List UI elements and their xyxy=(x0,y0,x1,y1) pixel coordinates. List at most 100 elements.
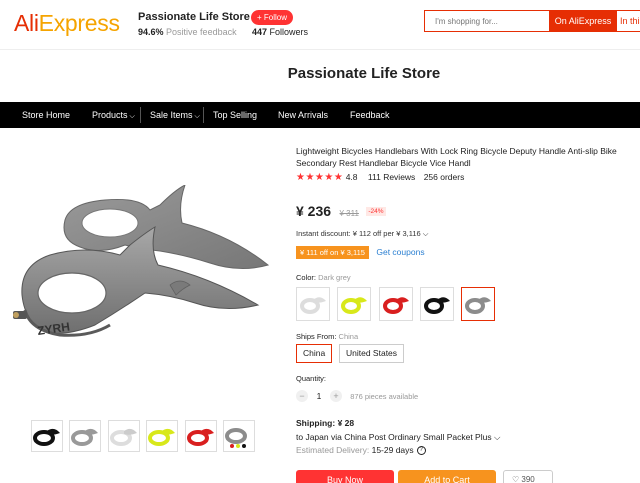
ships-from-value: China xyxy=(338,332,359,341)
swatch-image xyxy=(341,297,367,314)
delivery-days: 15-29 days xyxy=(371,445,414,455)
search-bar: On AliExpress In this xyxy=(424,10,640,32)
nav-label: Top Selling xyxy=(213,110,258,120)
search-aliexpress-button[interactable]: On AliExpress xyxy=(549,10,617,32)
nav-feedback[interactable]: Feedback xyxy=(350,102,390,128)
product-title: Lightweight Bicycles Handlebars With Loc… xyxy=(296,146,617,168)
available-pieces: 876 pieces available xyxy=(350,391,419,401)
color-label: Color: Dark grey xyxy=(296,273,351,282)
swatch-image xyxy=(383,297,409,314)
store-name-text: Passionate Life Store xyxy=(138,11,250,23)
shipping-label: Shipping: xyxy=(296,418,336,428)
thumbnail[interactable] xyxy=(185,420,217,452)
positive-feedback: 94.6% Positive feedback xyxy=(138,27,237,37)
delivery-label: Estimated Delivery: xyxy=(296,445,370,455)
nav-divider xyxy=(203,107,204,123)
thumbnail[interactable] xyxy=(31,420,63,452)
thumbnail-image xyxy=(110,428,137,446)
swatch-image xyxy=(300,297,326,314)
original-price: ¥ 311 xyxy=(339,209,359,218)
estimated-delivery: Estimated Delivery: 15-29 days? xyxy=(296,445,426,456)
logo-text-express: Express xyxy=(38,10,120,36)
ship-option-china[interactable]: China xyxy=(296,344,333,363)
swatch-image xyxy=(424,297,450,314)
thumbnail[interactable] xyxy=(223,420,255,452)
rating-row: ★★★★★ 4.8 111 Reviews 256 orders xyxy=(296,172,464,183)
reviews-link[interactable]: 111 Reviews xyxy=(368,172,415,182)
quantity-plus-button[interactable]: + xyxy=(330,390,342,402)
search-input[interactable] xyxy=(425,11,549,31)
nav-label: Sale Items xyxy=(150,110,193,120)
swatch-image xyxy=(465,297,491,314)
color-value: Dark grey xyxy=(318,273,351,282)
followers-number: 447 xyxy=(252,27,268,37)
nav-store-home[interactable]: Store Home xyxy=(22,102,70,128)
wishlist-count: 390 xyxy=(521,475,535,483)
handlebar-image: ZYRH xyxy=(13,184,270,338)
followers-label: Followers xyxy=(269,27,309,37)
discount-badge: -24% xyxy=(366,207,386,217)
ship-to-method[interactable]: to Japan via China Post Ordinary Small P… xyxy=(296,432,500,443)
quantity-minus-button[interactable]: − xyxy=(296,390,308,402)
color-swatch[interactable] xyxy=(296,287,330,321)
feedback-label: Positive feedback xyxy=(166,27,237,37)
orders-count: 256 orders xyxy=(423,172,465,182)
instant-discount-text: Instant discount: ¥ 112 off per ¥ 3,116 xyxy=(296,229,421,238)
color-swatch-selected[interactable] xyxy=(461,287,495,321)
ship-option-united-states[interactable]: United States xyxy=(339,344,405,363)
color-swatch[interactable] xyxy=(420,287,454,321)
thumbnail-image xyxy=(187,428,214,446)
nav-divider xyxy=(140,107,141,123)
star-rating-icon: ★★★★★ xyxy=(296,172,344,183)
color-swatch[interactable] xyxy=(337,287,371,321)
follow-button[interactable]: + Follow xyxy=(251,10,294,25)
nav-label: Products xyxy=(92,110,128,120)
thumbnail[interactable] xyxy=(69,420,101,452)
nav-label: Store Home xyxy=(22,110,71,120)
thumbnail[interactable] xyxy=(146,420,178,452)
followers-count: 447 Followers xyxy=(252,27,308,37)
top-header: AliExpress Passionate Life Store▾ 94.6% … xyxy=(0,0,640,50)
color-swatch[interactable] xyxy=(379,287,413,321)
nav-new-arrivals[interactable]: New Arrivals xyxy=(278,102,328,128)
wishlist-button[interactable]: ♡ 390 xyxy=(503,470,553,483)
thumbnail-image xyxy=(225,428,247,448)
nav-label: New Arrivals xyxy=(278,110,329,120)
quantity-label: Quantity: xyxy=(296,374,327,383)
shipping-price: ¥ 28 xyxy=(337,418,355,428)
ships-from-label: Ships From: China xyxy=(296,332,358,341)
chevron-down-icon: ⌵ xyxy=(422,229,429,238)
logo-text-ali: Ali xyxy=(14,10,39,36)
instant-discount[interactable]: Instant discount: ¥ 112 off per ¥ 3,116 … xyxy=(296,229,428,239)
shipping-cost: Shipping: ¥ 28 xyxy=(296,418,354,428)
color-label-text: Color: xyxy=(296,273,317,282)
thumbnail-image xyxy=(33,428,60,446)
thumbnail[interactable] xyxy=(108,420,140,452)
buy-now-button[interactable]: Buy Now xyxy=(296,470,394,483)
help-icon[interactable]: ? xyxy=(416,446,426,456)
ship-to-text: to Japan via China Post Ordinary Small P… xyxy=(296,432,492,442)
reviews-text: 111 Reviews xyxy=(367,172,416,182)
store-name-link[interactable]: Passionate Life Store▾ xyxy=(138,11,257,23)
ships-from-label-text: Ships From: xyxy=(296,332,337,341)
coupon-badge: ¥ 111 off on ¥ 3,115 xyxy=(296,246,369,259)
get-coupons-link[interactable]: Get coupons xyxy=(376,247,424,257)
current-price: ¥ 236 xyxy=(296,203,332,219)
rating-value: 4.8 xyxy=(345,172,358,182)
heart-icon: ♡ xyxy=(512,475,520,483)
nav-products[interactable]: Products ⌵ xyxy=(92,102,135,128)
product-main-image[interactable]: ZYRH xyxy=(10,184,272,355)
aliexpress-logo[interactable]: AliExpress xyxy=(14,10,120,37)
add-to-cart-button[interactable]: Add to Cart xyxy=(398,470,496,483)
coupon-row: ¥ 111 off on ¥ 3,115 Get coupons xyxy=(296,242,425,260)
chevron-down-icon: ⌵ xyxy=(129,113,135,120)
nav-top-selling[interactable]: Top Selling xyxy=(213,102,257,128)
quantity-stepper: −1 + 876 pieces available xyxy=(296,390,418,402)
store-nav: Store Home Products ⌵ Sale Items ⌵ Top Sel… xyxy=(0,102,640,128)
store-title: Passionate Life Store xyxy=(287,65,441,82)
quantity-input[interactable]: 1 xyxy=(308,391,330,401)
search-in-store-button[interactable]: In this xyxy=(617,10,640,32)
chevron-down-icon: ⌵ xyxy=(493,432,501,442)
price-row: ¥ 236 ¥ 311 -24% xyxy=(296,203,386,221)
nav-sale-items[interactable]: Sale Items ⌵ xyxy=(150,102,200,128)
